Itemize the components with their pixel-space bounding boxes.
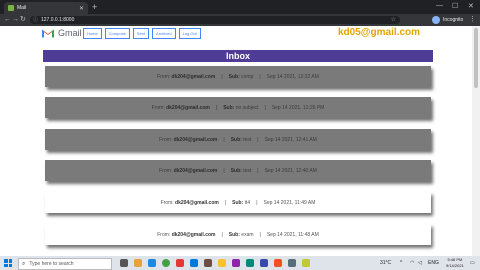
from-label: From: <box>157 231 171 238</box>
subject-label: Sub: <box>228 73 240 80</box>
back-arrow-icon[interactable]: ← <box>4 15 11 25</box>
browser-tab[interactable]: Mail ✕ <box>4 2 88 14</box>
volume-icon[interactable]: ◁ <box>418 259 422 267</box>
taskbar-search-box[interactable]: ⌕ Type here to search <box>18 258 112 270</box>
app-logo-text: Gmail <box>58 28 82 38</box>
file-explorer-icon[interactable] <box>134 259 142 267</box>
email-row[interactable]: From: dk204@gmail.com | Sub: tt4 | Sep 14 … <box>45 192 431 213</box>
email-subject: comp <box>241 73 254 80</box>
subject-label: Sub: <box>228 231 240 238</box>
tab-title: Mail <box>17 5 27 11</box>
email-date: Sep 14 2021, 12:22 AM <box>266 73 319 80</box>
email-subject: no subject <box>235 104 259 111</box>
logout-button[interactable]: Log Out <box>178 28 201 39</box>
email-subject: test <box>243 167 252 174</box>
incognito-avatar-icon <box>432 16 440 24</box>
search-icon: ⌕ <box>22 260 26 267</box>
from-label: From: <box>159 167 173 174</box>
vscode-icon[interactable] <box>190 259 198 267</box>
gmail-logo-icon <box>42 29 54 38</box>
subject-label: Sub: <box>230 136 242 143</box>
tab-favicon-icon <box>8 5 14 11</box>
browser-menu-icon[interactable]: ⋮ <box>469 15 476 25</box>
sent-button[interactable]: Sent <box>132 28 150 39</box>
subject-label: Sub: <box>230 167 242 174</box>
from-label: From: <box>157 73 171 80</box>
inbox-header: Inbox <box>43 50 433 62</box>
email-date: Sep 14 2021, 11:49 AM <box>263 199 316 206</box>
reload-icon[interactable]: ↻ <box>20 15 26 25</box>
email-row[interactable]: From: dk204@gmail.com | Sub: test | Sep 14… <box>45 129 431 150</box>
address-bar[interactable]: ⓘ 127.0.0.1:8000 ☆ <box>30 16 400 24</box>
scrollbar-thumb[interactable] <box>474 28 478 88</box>
app-icon[interactable] <box>288 259 296 267</box>
from-label: From: <box>151 104 165 111</box>
home-button[interactable]: Home <box>83 28 102 39</box>
email-row[interactable]: From: dk204@gmail.com | Sub: test | Sep 14… <box>45 160 431 181</box>
email-row[interactable]: From: dk204@gmail.com | Sub: exam | Sep 14… <box>45 224 431 245</box>
minimize-button[interactable]: — <box>436 2 443 9</box>
app-nav: Home Compose Sent Archived Log Out <box>83 28 201 39</box>
url-text: 127.0.0.1:8000 <box>41 17 75 23</box>
language-indicator[interactable]: ENG <box>428 259 439 267</box>
email-sender: dk204@gmail.com <box>175 199 219 206</box>
close-tab-icon[interactable]: ✕ <box>79 5 84 12</box>
email-sender: dk204@gmail.com <box>166 104 210 111</box>
windows-start-icon[interactable] <box>4 259 12 267</box>
forward-arrow-icon[interactable]: → <box>12 15 19 25</box>
email-sender: dk204@gmail.com <box>171 73 216 80</box>
terminal-icon[interactable] <box>204 259 212 267</box>
chrome-icon[interactable] <box>162 259 170 267</box>
email-sender: dk204@gmail.com <box>173 136 218 143</box>
taskbar-clock[interactable]: 5:48 PM 9/14/2021 <box>446 257 464 269</box>
email-date: Sep 14 2021, 12:40 AM <box>264 167 317 174</box>
tray-chevron-icon[interactable]: ^ <box>400 259 402 267</box>
search-placeholder: Type here to search <box>29 261 74 267</box>
from-label: From: <box>159 136 173 143</box>
new-tab-button[interactable]: + <box>92 2 97 12</box>
email-row[interactable]: From: dk204@gmail.com | Sub: comp | Sep 14… <box>45 66 431 87</box>
edge-icon[interactable] <box>148 259 156 267</box>
weather-temp[interactable]: 31°C <box>380 259 391 267</box>
email-date: Sep 14 2021, 12:26 PM <box>271 104 325 111</box>
task-view-icon[interactable] <box>120 259 128 267</box>
email-date: Sep 14 2021, 12:41 AM <box>264 136 317 143</box>
app-icon[interactable] <box>302 259 310 267</box>
site-info-icon[interactable]: ⓘ <box>33 16 38 24</box>
page-scrollbar[interactable] <box>472 26 480 256</box>
maximize-button[interactable]: ☐ <box>452 2 458 10</box>
compose-button[interactable]: Compose <box>104 28 130 39</box>
notification-icon[interactable]: ▭ <box>470 259 475 267</box>
from-label: From: <box>160 199 174 206</box>
app-icon[interactable] <box>232 259 240 267</box>
email-row[interactable]: From: dk204@gmail.com | Sub: no subject |… <box>45 97 431 118</box>
email-sender: dk204@gmail.com <box>171 231 216 238</box>
browser-toolbar: ← → ↻ ⓘ 127.0.0.1:8000 ☆ Incognito ⋮ <box>0 14 480 26</box>
app-icon[interactable] <box>246 259 254 267</box>
app-icon[interactable] <box>274 259 282 267</box>
email-subject: exam <box>241 231 254 238</box>
notes-icon[interactable] <box>218 259 226 267</box>
subject-label: Sub: <box>223 104 235 111</box>
email-sender: dk204@gmail.com <box>173 167 218 174</box>
wifi-icon[interactable]: ◠ <box>410 259 414 267</box>
close-window-button[interactable]: ✕ <box>468 2 474 10</box>
archived-button[interactable]: Archived <box>152 28 176 39</box>
bookmark-star-icon[interactable]: ☆ <box>391 16 396 24</box>
email-subject: tt4 <box>244 199 251 206</box>
browser-tab-strip: Mail ✕ + — ☐ ✕ <box>0 0 480 14</box>
email-date: Sep 14 2021, 11:48 AM <box>266 231 319 238</box>
profile-chip[interactable]: Incognito <box>432 16 463 24</box>
app-icon[interactable] <box>176 259 184 267</box>
email-subject: test <box>243 136 252 143</box>
profile-name: Incognito <box>443 17 464 23</box>
app-icon[interactable] <box>260 259 268 267</box>
user-email: kd05@gmail.com <box>338 27 421 38</box>
clock-date: 9/14/2021 <box>446 263 464 268</box>
subject-label: Sub: <box>232 199 244 206</box>
windows-taskbar: ⌕ Type here to search 31°C ^ ◠ ◁ ENG 5:4… <box>0 256 480 270</box>
